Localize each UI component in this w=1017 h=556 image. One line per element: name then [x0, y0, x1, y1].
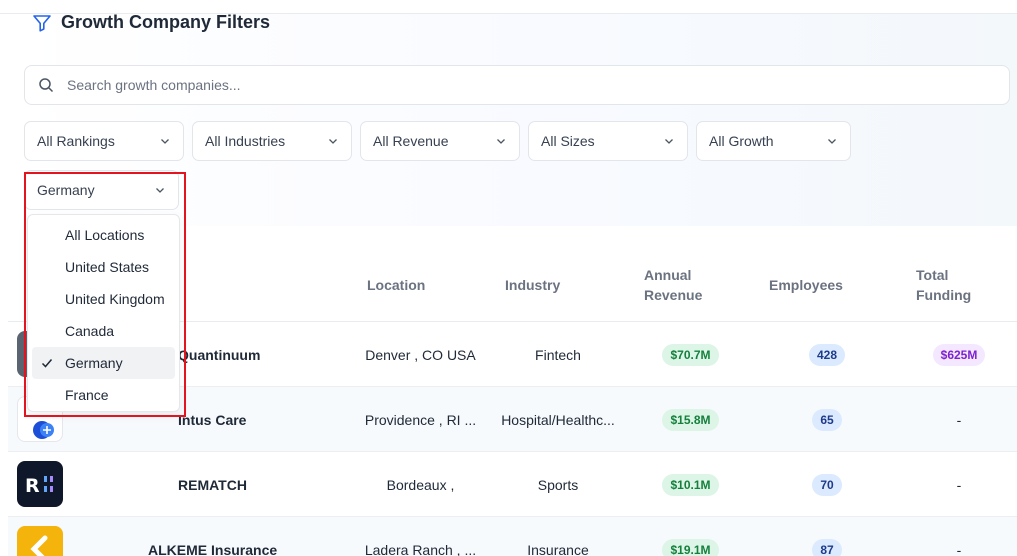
company-logo-mark: R [25, 475, 53, 497]
company-location: Providence , RI ... [364, 411, 477, 428]
funding-cell: - [956, 541, 962, 556]
employees-cell: 65 [768, 387, 886, 452]
location-option-canada[interactable]: Canada [32, 315, 175, 347]
industries-select-label: All Industries [205, 133, 286, 149]
search-box[interactable] [24, 65, 1010, 105]
header-funding-line2: Funding [916, 287, 972, 303]
growth-select-label: All Growth [709, 133, 774, 149]
employees-badge: 87 [812, 538, 842, 556]
revenue-badge: $15.8M [662, 408, 719, 431]
company-industry: Hospital/Healthc... [501, 411, 615, 428]
sizes-select-label: All Sizes [541, 133, 595, 149]
chevron-down-icon [497, 139, 505, 144]
rankings-select[interactable]: All Rankings [24, 121, 184, 161]
company-name[interactable]: ALKEME Insurance [148, 517, 277, 556]
header-total-funding[interactable]: Total Funding [916, 265, 971, 305]
chevron-down-icon [665, 139, 673, 144]
revenue-cell: $19.1M [628, 517, 753, 556]
header-location[interactable]: Location [367, 275, 425, 295]
option-label: Canada [65, 323, 115, 339]
company-location: Denver , CO USA [365, 346, 476, 363]
company-name[interactable]: Quantinuum [178, 322, 260, 387]
company-industry: Insurance [527, 541, 589, 556]
location-select-value: Germany [37, 182, 95, 198]
funding-cell: $625M [908, 322, 1010, 387]
location-option-france[interactable]: France [32, 379, 175, 411]
svg-text:R: R [25, 475, 40, 497]
location-select[interactable]: Germany [24, 170, 179, 210]
search-icon [39, 78, 54, 93]
location-option-germany[interactable]: Germany [32, 347, 175, 379]
filter-icon [33, 14, 51, 32]
company-name[interactable]: REMATCH [178, 452, 247, 517]
company-industry: Sports [537, 476, 579, 493]
funding-cell: - [956, 476, 962, 493]
company-logo-mark [30, 535, 48, 556]
chevron-down-icon [828, 139, 836, 144]
chevron-down-icon [156, 188, 164, 193]
filter-header: Growth Company Filters [32, 12, 270, 33]
revenue-badge: $70.7M [662, 343, 719, 366]
option-label: Germany [65, 355, 123, 371]
header-industry[interactable]: Industry [505, 275, 560, 295]
employees-badge: 65 [812, 408, 842, 431]
location-option-all-locations[interactable]: All Locations [32, 219, 175, 251]
employees-badge: 70 [812, 473, 842, 496]
employees-cell: 70 [768, 452, 886, 517]
company-name[interactable]: Intus Care [178, 387, 246, 452]
revenue-select-label: All Revenue [373, 133, 449, 149]
revenue-badge: $10.1M [662, 473, 719, 496]
header-employees[interactable]: Employees [769, 275, 843, 295]
search-input[interactable] [67, 77, 967, 93]
location-option-united-states[interactable]: United States [32, 251, 175, 283]
table-row[interactable]: ALKEME Insurance Ladera Ranch , ... Insu… [8, 517, 1017, 556]
header-revenue-line1: Annual [644, 267, 692, 283]
option-label: All Locations [65, 227, 145, 243]
checkmark-icon [41, 359, 53, 368]
funding-badge: $625M [932, 343, 986, 366]
employees-cell: 428 [768, 322, 886, 387]
company-location: Ladera Ranch , ... [364, 541, 477, 556]
revenue-cell: $70.7M [628, 322, 753, 387]
header-annual-revenue[interactable]: Annual Revenue [644, 265, 702, 305]
company-logo: R [17, 461, 63, 507]
revenue-cell: $15.8M [628, 387, 753, 452]
header-revenue-line2: Revenue [644, 287, 703, 303]
rankings-select-label: All Rankings [37, 133, 115, 149]
option-label: France [65, 387, 109, 403]
sizes-select[interactable]: All Sizes [528, 121, 688, 161]
chevron-down-icon [329, 139, 337, 144]
header-funding-line1: Total [916, 267, 949, 283]
industries-select[interactable]: All Industries [192, 121, 352, 161]
revenue-badge: $19.1M [662, 538, 719, 556]
employees-cell: 87 [768, 517, 886, 556]
filter-title: Growth Company Filters [61, 12, 271, 32]
chevron-down-icon [161, 139, 169, 144]
location-dropdown-menu: All Locations United States United Kingd… [27, 214, 180, 412]
revenue-select[interactable]: All Revenue [360, 121, 520, 161]
company-logo [17, 526, 63, 556]
location-option-united-kingdom[interactable]: United Kingdom [32, 283, 175, 315]
growth-select[interactable]: All Growth [696, 121, 851, 161]
option-label: United Kingdom [65, 291, 165, 307]
company-industry: Fintech [535, 346, 581, 363]
option-label: United States [65, 259, 150, 275]
employees-badge: 428 [808, 343, 846, 366]
company-location: Bordeaux , [386, 476, 455, 493]
revenue-cell: $10.1M [628, 452, 753, 517]
table-row[interactable]: R REMATCH Bordeaux , Sports $10.1M 70 - [8, 452, 1017, 517]
funding-cell: - [956, 411, 962, 428]
